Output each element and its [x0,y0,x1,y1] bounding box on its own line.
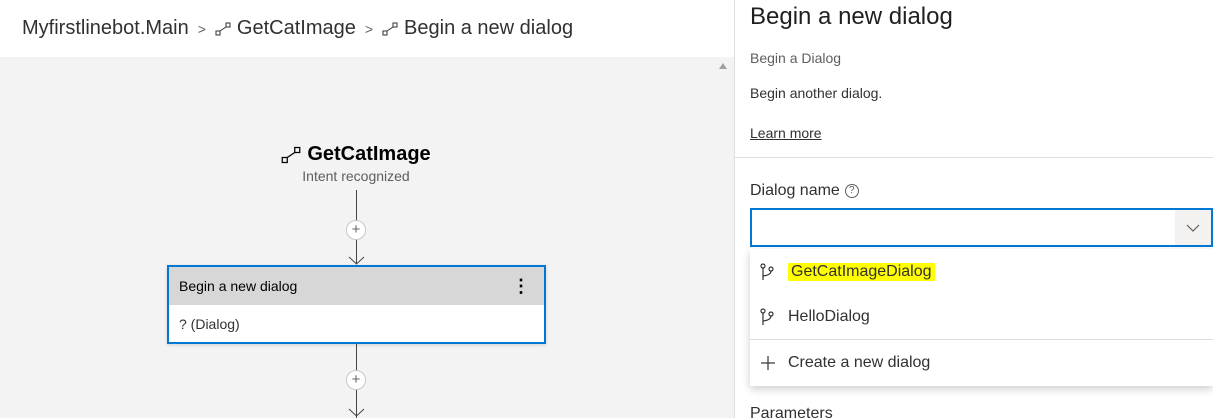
add-action-button[interactable]: + [346,220,366,240]
flow-canvas[interactable]: GetCatImage Intent recognized + Begin a … [0,57,714,418]
breadcrumb-action-label: Begin a new dialog [404,17,574,39]
breadcrumb: Myfirstlinebot.Main > GetCatImage > Begi… [0,0,734,57]
option-label: Create a new dialog [788,353,931,371]
more-options-icon[interactable]: ⋮ [508,277,534,295]
trigger-icon [382,22,398,36]
chevron-down-icon[interactable] [1175,210,1211,245]
trigger-node[interactable]: GetCatImage Intent recognized [200,143,512,184]
help-icon[interactable]: ? [844,184,859,198]
action-card-body: ? (Dialog) [179,315,240,332]
branch-icon [760,262,774,280]
dropdown-option-getcatimagedialog[interactable]: GetCatImageDialog [750,249,1213,294]
arrow-down-icon [348,408,365,417]
composer-window: Myfirstlinebot.Main > GetCatImage > Begi… [0,0,1213,418]
dropdown-option-create-new-dialog[interactable]: Create a new dialog [750,340,1213,385]
learn-more-link[interactable]: Learn more [750,125,822,141]
chevron-right-icon: > [197,20,206,37]
option-label-highlighted: GetCatImageDialog [788,262,935,281]
branch-icon [760,307,774,325]
breadcrumb-item-trigger[interactable]: GetCatImage [215,17,356,40]
canvas-scrollbar[interactable] [714,57,734,418]
trigger-title: GetCatImage [307,143,431,165]
dialog-name-input[interactable] [752,210,1172,245]
dialog-name-label: Dialog name ? [750,182,859,200]
breadcrumb-item-action[interactable]: Begin a new dialog [382,17,573,40]
breadcrumb-trigger-label: GetCatImage [236,17,356,39]
dialog-name-label-text: Dialog name [750,182,840,199]
property-panel: Begin a new dialog Begin a Dialog Begin … [735,0,1213,418]
scroll-up-icon[interactable] [719,63,727,69]
panel-description: Begin another dialog. [750,85,883,101]
trigger-icon [281,146,301,163]
panel-divider-line [735,157,1213,158]
parameters-label: Parameters [750,405,833,418]
option-label: HelloDialog [788,307,870,325]
dialog-name-combobox[interactable] [750,208,1213,247]
trigger-subtitle: Intent recognized [302,168,410,184]
breadcrumb-item-bot[interactable]: Myfirstlinebot.Main [22,17,189,40]
action-card-begin-dialog[interactable]: Begin a new dialog ⋮ ? (Dialog) [167,265,546,344]
trigger-icon [215,22,231,36]
action-card-header: Begin a new dialog ⋮ [169,267,544,305]
chevron-right-icon: > [364,20,374,37]
dialog-name-dropdown: GetCatImageDialog HelloDialog Create a n… [750,249,1213,386]
plus-icon [761,355,775,370]
panel-title: Begin a new dialog [750,3,953,30]
dropdown-option-hellodialog[interactable]: HelloDialog [750,294,1213,339]
add-action-button[interactable]: + [346,370,366,390]
action-card-title: Begin a new dialog [179,278,298,294]
panel-subtitle: Begin a Dialog [750,50,842,66]
